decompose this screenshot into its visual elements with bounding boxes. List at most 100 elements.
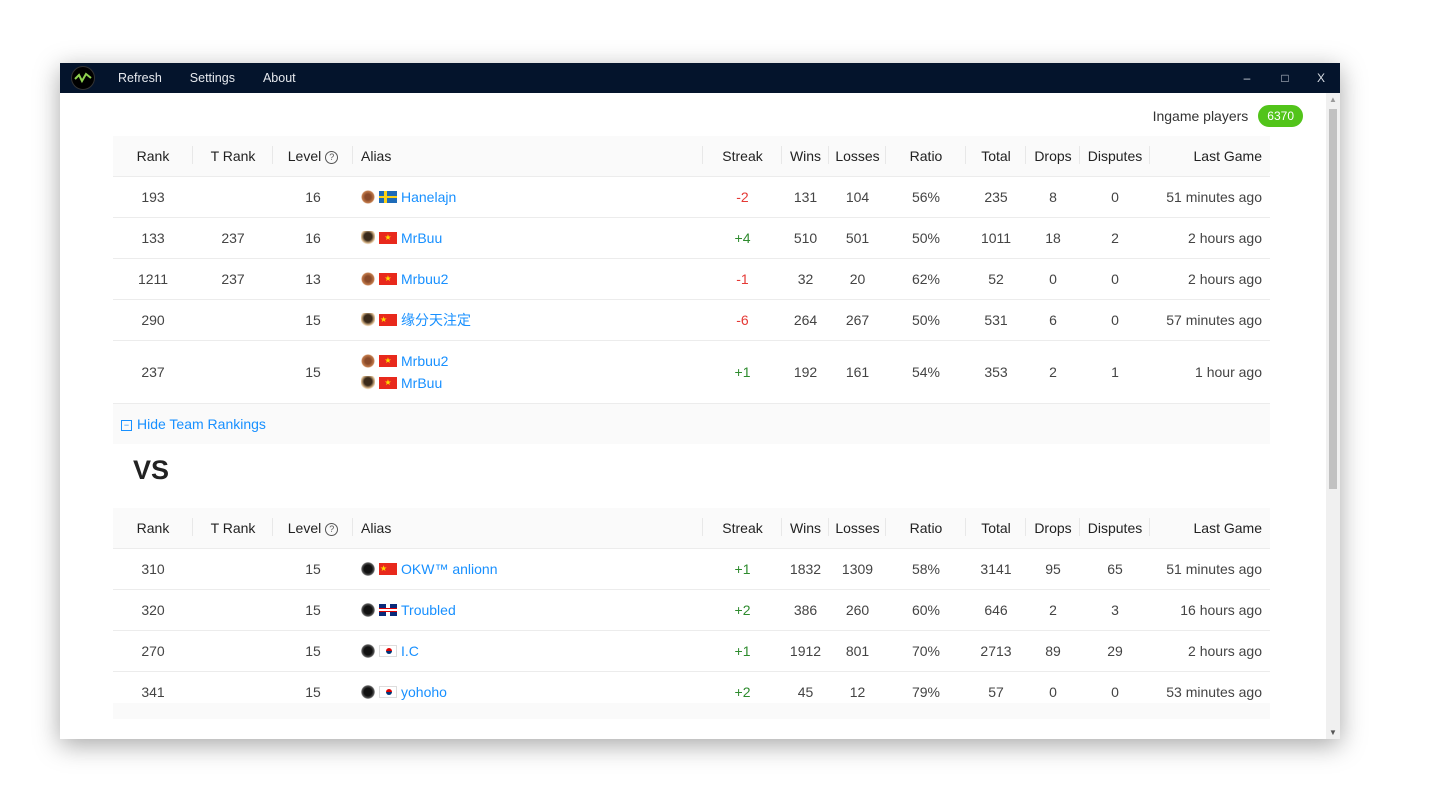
column-header-label: Ratio [909,148,943,164]
cell-wins: 386 [782,589,829,631]
menu-refresh[interactable]: Refresh [104,63,176,93]
ingame-players: Ingame players 6370 [1153,105,1303,127]
column-header-label: Last Game [1193,520,1262,536]
menu-settings[interactable]: Settings [176,63,249,93]
cell-trank [193,340,273,404]
player-entry: ★ Mrbuu2 [361,350,702,372]
cell-level: 15 [273,340,353,404]
cell-rank: 133 [113,217,193,259]
player-name-link[interactable]: MrBuu [401,375,442,391]
column-header-rank: Rank [113,136,193,177]
team2-table: Rank T Rank Level? Alias Streak Wins Losses Rat… [113,508,1270,713]
player-entry: ★ Mrbuu2 [361,268,702,290]
scroll-down-arrow-icon[interactable]: ▼ [1329,728,1337,737]
cell-drops: 95 [1026,548,1080,590]
column-header-label: Total [981,148,1011,164]
player-name-link[interactable]: I.C [401,643,419,659]
column-header-drops: Drops [1026,136,1080,177]
cell-losses: 104 [829,176,886,218]
scroll-thumb[interactable] [1329,109,1337,489]
help-icon[interactable]: ? [325,151,339,164]
flag-gb-icon [379,604,397,616]
cell-losses: 20 [829,258,886,300]
cell-rank: 1211 [113,258,193,300]
help-icon[interactable]: ? [325,523,339,536]
cell-disputes: 1 [1080,340,1150,404]
column-header-disputes: Disputes [1080,508,1150,549]
scroll-up-arrow-icon[interactable]: ▲ [1329,95,1337,104]
player-entry: ★ 缘分天注定 [361,309,702,331]
minimize-button[interactable]: – [1228,63,1266,93]
cell-wins: 192 [782,340,829,404]
race-hum-icon [361,313,375,327]
cell-rank: 270 [113,630,193,672]
player-name-link[interactable]: 缘分天注定 [401,310,471,330]
player-name-link[interactable]: Mrbuu2 [401,353,448,369]
cell-total: 1011 [966,217,1026,259]
player-name-link[interactable]: Hanelajn [401,189,456,205]
column-header-label: Ratio [909,520,943,536]
player-entry: Hanelajn [361,186,702,208]
cell-ratio: 58% [886,548,966,590]
cell-streak: +4 [703,217,782,259]
cell-total: 52 [966,258,1026,300]
flag-cn-icon: ★ [379,563,397,575]
column-header-level: Level? [273,508,353,549]
cell-drops: 18 [1026,217,1080,259]
cell-drops: 2 [1026,589,1080,631]
flag-cn-icon: ★ [379,314,397,326]
cell-level: 15 [273,299,353,341]
cell-ratio: 50% [886,217,966,259]
player-name-link[interactable]: Mrbuu2 [401,271,448,287]
hide-team-rankings-link[interactable]: − Hide Team Rankings [121,416,266,432]
cell-total: 2713 [966,630,1026,672]
close-button[interactable]: X [1302,63,1340,93]
vertical-scrollbar[interactable]: ▲ ▼ [1326,93,1340,739]
column-header-label: Level [287,148,322,164]
column-header-trank: T Rank [193,136,273,177]
cell-disputes: 0 [1080,299,1150,341]
cell-disputes: 3 [1080,589,1150,631]
cell-rank: 320 [113,589,193,631]
player-name-link[interactable]: yohoho [401,684,447,700]
player-name-link[interactable]: OKW™ anlionn [401,561,497,577]
cell-ratio: 50% [886,299,966,341]
player-entry: I.C [361,640,702,662]
cell-streak: -2 [703,176,782,218]
cell-ratio: 56% [886,176,966,218]
column-header-label: Drops [1034,520,1072,536]
vs-heading: VS [133,455,170,485]
column-header-losses: Losses [829,508,886,549]
cell-losses: 801 [829,630,886,672]
column-header-trank: T Rank [193,508,273,549]
maximize-button[interactable]: □ [1266,63,1304,93]
cell-rank: 237 [113,340,193,404]
race-hum-icon [361,231,375,245]
ingame-label: Ingame players [1152,108,1249,124]
cell-total: 646 [966,589,1026,631]
collapse-icon: − [121,420,132,431]
player-entry: ★ OKW™ anlionn [361,558,702,580]
column-header-label: Losses [835,148,880,164]
cell-streak: +2 [703,589,782,631]
menu-about[interactable]: About [249,63,310,93]
cell-rank: 310 [113,548,193,590]
team1-table: Rank T Rank Level? Alias Streak Wins Losses Rat… [113,136,1270,444]
cell-alias: Troubled [353,589,703,631]
cell-drops: 2 [1026,340,1080,404]
cell-trank [193,176,273,218]
hide-team-rankings-label: Hide Team Rankings [137,416,266,432]
cell-wins: 1832 [782,548,829,590]
cell-disputes: 0 [1080,258,1150,300]
race-orc-icon [361,354,375,368]
cell-last: 57 minutes ago [1150,299,1270,341]
player-name-link[interactable]: MrBuu [401,230,442,246]
column-header-total: Total [966,136,1026,177]
column-header-wins: Wins [782,136,829,177]
cell-ratio: 54% [886,340,966,404]
flag-kr-icon [379,645,397,657]
race-ud-icon [361,562,375,576]
column-header-label: Alias [361,148,392,164]
player-name-link[interactable]: Troubled [401,602,456,618]
column-header-label: Drops [1034,148,1072,164]
